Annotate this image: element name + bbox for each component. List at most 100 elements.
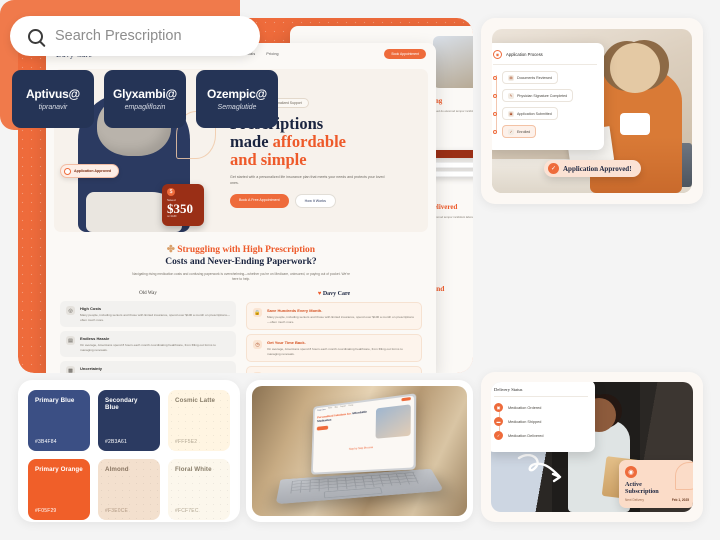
how-it-works-button[interactable]: How It Works: [294, 194, 336, 208]
new-item-title: Save Hundreds Every Month.: [267, 308, 323, 313]
application-process-title: Application Process: [506, 52, 543, 57]
subscription-circle-icon: ◉: [625, 466, 637, 478]
subscription-title-line2: Subscription: [625, 488, 659, 495]
swatch-hex: #F3E0CE: [105, 508, 129, 514]
delivery-step[interactable]: ▬ Medication Shipped: [494, 417, 588, 426]
search-bar[interactable]: Search Prescription: [10, 16, 260, 56]
swatch-hex: #F05F29: [35, 508, 57, 514]
process-step[interactable]: ✎ Physician Signature Completed: [493, 89, 597, 102]
check-icon: ✓: [508, 128, 514, 135]
swatch-almond[interactable]: Almond #F3E0CE: [98, 459, 160, 520]
new-item-title: Get Your Time Back.: [267, 340, 306, 346]
process-circle-icon: ◉: [493, 50, 502, 59]
application-process-header: ◉ Application Process: [493, 50, 597, 65]
drug-card[interactable]: Aptivus@ tipranavir: [12, 70, 94, 128]
process-step[interactable]: ▤ Documents Reviewed: [493, 71, 597, 84]
swatch-name: Floral White: [175, 466, 212, 473]
subscription-meta-value: Feb 1, 2025: [671, 498, 689, 502]
new-item-card: ♥ Feel Confident and Supported. High cos…: [246, 366, 422, 373]
swatch-hex: #FCF7EC: [175, 508, 199, 514]
new-item-body: On average, Americans spend 8 hours each…: [267, 347, 403, 356]
step-bullet-icon: [493, 75, 497, 80]
comparison-columns: Old Way ◎ High Costs Many people, includ…: [60, 291, 422, 373]
old-item-title: Endless Hassle: [80, 336, 110, 342]
box-icon: ▣: [494, 403, 503, 412]
savings-badge: $ Saved $350 on Refill: [162, 184, 204, 226]
swatch-name: Primary Blue: [35, 397, 75, 404]
submit-icon: ▣: [508, 110, 514, 117]
old-item-body: Many people, including seniors and those…: [80, 313, 230, 322]
robot-icon: ▤: [66, 336, 75, 346]
book-free-appointment-button[interactable]: Book A Free Appointment: [230, 194, 289, 208]
laptop-couple-photo: [375, 404, 411, 439]
drug-card[interactable]: Glyxambi@ empagliflozin: [104, 70, 186, 128]
old-way-title: Old Way: [139, 291, 157, 296]
check-circle-icon: [64, 167, 71, 175]
signature-icon: ✎: [508, 92, 514, 99]
subscription-meta-label: Next Delivery: [625, 498, 644, 502]
swatch-name: Secondary Blue: [105, 397, 138, 411]
step-bullet-icon: [493, 129, 497, 134]
curved-arrow-icon: [517, 453, 563, 484]
laptop-nav-blog: Blog: [334, 407, 338, 409]
swatch-primary-orange[interactable]: Primary Orange #F05F29: [28, 459, 90, 520]
swatch-hex: #FFF5E2: [175, 439, 198, 445]
application-photo: ◉ Application Process ▤ Documents Review…: [492, 29, 692, 193]
lock-icon: 🔒: [253, 308, 262, 317]
delivery-step-label: Medication Ordered: [508, 405, 542, 410]
search-icon: [28, 28, 43, 44]
swatch-name: Cosmic Latte: [175, 397, 216, 404]
application-process-card: ◉ Application Process ▤ Documents Review…: [492, 43, 604, 150]
comparison-heading-accent: Struggling with High Prescription: [177, 245, 316, 255]
book-appointment-button[interactable]: Book Appointment: [384, 49, 426, 59]
application-approved-badge: ✓ Application Approved!: [544, 160, 641, 177]
laptop-website-page: Davy Care Home Blog Program Pricing Pers…: [312, 395, 415, 473]
truck-icon: ▬: [494, 417, 503, 426]
comparison-section: ✤ Struggling with High Prescription Cost…: [46, 232, 436, 373]
comparison-new-column: ♥ Davy Care 🔒 Save Hundreds Every Month.…: [246, 291, 422, 373]
application-approved-pill: Application Approved: [60, 164, 120, 178]
hero-title-line2-plain: made: [230, 132, 273, 151]
process-step[interactable]: ✓ Enrolled: [493, 125, 597, 138]
laptop-backdrop: Davy Care Home Blog Program Pricing Pers…: [252, 386, 467, 516]
old-item-card: ▤ Endless Hassle On average, Americans s…: [60, 331, 236, 358]
nav-item-pricing[interactable]: Pricing: [266, 52, 278, 56]
swatch-name: Primary Orange: [35, 466, 83, 473]
drug-card-row: Aptivus@ tipranavir Glyxambi@ empagliflo…: [12, 70, 278, 128]
laptop-screen: Davy Care Home Blog Program Pricing Pers…: [311, 393, 417, 475]
process-step[interactable]: ▣ Application Submitted: [493, 107, 597, 120]
search-input-placeholder[interactable]: Search Prescription: [55, 28, 182, 44]
drug-card[interactable]: Ozempic@ Semaglutide: [196, 70, 278, 128]
step-bullet-icon: [493, 111, 497, 116]
check-circle-icon: ✓: [548, 163, 559, 174]
document-icon: ▤: [508, 74, 514, 81]
process-step-label: Documents Reviewed: [517, 75, 552, 80]
delivery-status-card: Delivery Status ▣ Medication Ordered ▬ M…: [491, 382, 595, 452]
hero-subtitle: Get started with a personalized life ins…: [230, 175, 385, 185]
swatch-primary-blue[interactable]: Primary Blue #3B4F84: [28, 390, 90, 451]
hero-button-row: Book A Free Appointment How It Works: [230, 194, 416, 208]
swatch-cosmic-latte[interactable]: Cosmic Latte #FFF5E2: [168, 390, 230, 451]
comparison-subtitle: Navigating rising medication costs and c…: [132, 272, 350, 281]
new-item-body: Many people, including seniors and those…: [267, 315, 414, 324]
comparison-heading: ✤ Struggling with High Prescription Cost…: [60, 244, 422, 268]
step-bullet-icon: [493, 93, 497, 98]
delivery-step[interactable]: ✓ Medication Delivered: [494, 431, 588, 440]
drug-generic-name: empagliflozin: [124, 104, 166, 111]
delivery-step-label: Medication Shipped: [508, 419, 542, 424]
davy-care-label: Davy Care: [322, 291, 351, 297]
savings-amount: $350: [167, 201, 193, 216]
swatch-floral-white[interactable]: Floral White #FCF7EC: [168, 459, 230, 520]
couple-photo: [433, 36, 473, 88]
old-item-card: ▩ Uncertainty High costs force 1 in 5 pe…: [60, 361, 236, 373]
drug-generic-name: tipranavir: [38, 104, 68, 111]
application-process-steps: ▤ Documents Reviewed ✎ Physician Signatu…: [493, 71, 597, 138]
check-icon: ✓: [494, 431, 503, 440]
new-item-card: 🔒 Save Hundreds Every Month. Many people…: [246, 302, 422, 331]
laptop-nav-program: Program: [340, 406, 346, 409]
delivery-step[interactable]: ▣ Medication Ordered: [494, 403, 588, 412]
application-approved-text: Application Approved!: [563, 164, 632, 173]
swatch-secondary-blue[interactable]: Secondary Blue #2B3A61: [98, 390, 160, 451]
old-item-body: On average, Americans spend 8 hours each…: [80, 343, 216, 352]
active-subscription-card[interactable]: ◉ Active Subscription Next Delivery Feb …: [619, 460, 693, 508]
